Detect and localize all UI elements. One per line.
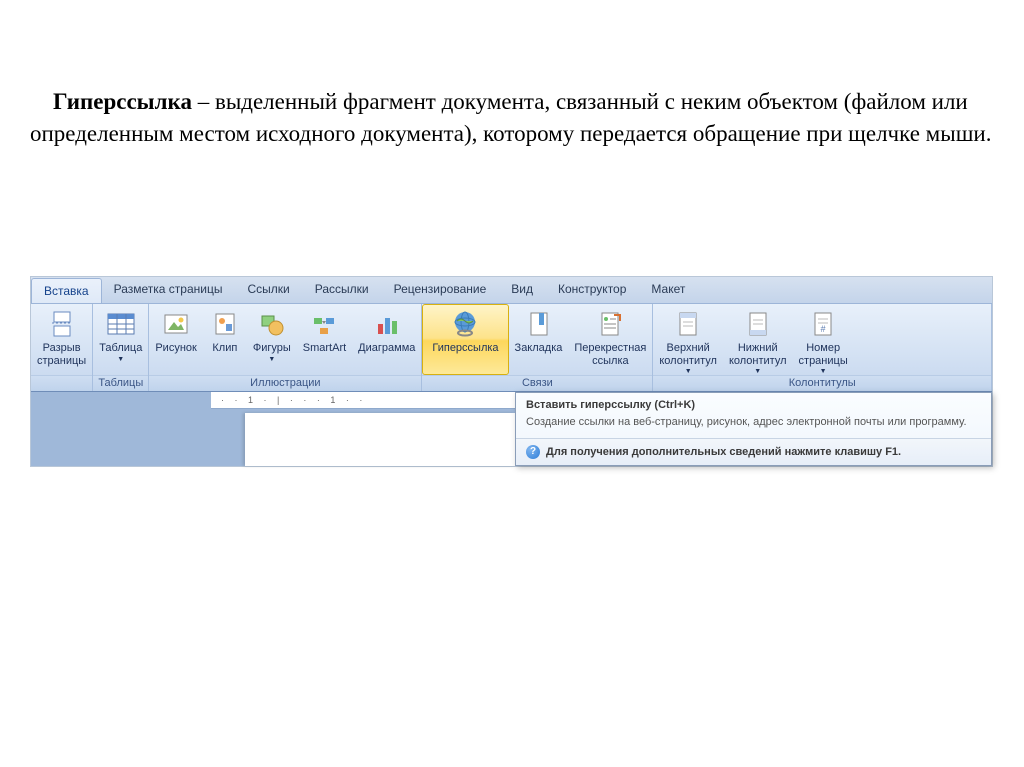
group-label-links: Связи [422, 375, 652, 391]
table-icon [105, 308, 137, 340]
page-number-icon: # [807, 308, 839, 340]
page-surface[interactable] [245, 413, 515, 466]
bookmark-icon [522, 308, 554, 340]
shapes-label: Фигуры [253, 342, 291, 355]
header-label: Верхний колонтитул [659, 342, 717, 367]
dropdown-icon: ▼ [268, 356, 275, 363]
chart-label: Диаграмма [358, 342, 415, 355]
smartart-label: SmartArt [303, 342, 346, 355]
ribbon: Разрыв страницы Таблица ▼ Таблицы [31, 304, 992, 392]
footer-button[interactable]: Нижний колонтитул ▼ [723, 304, 793, 375]
page-number-label: Номер страницы [799, 342, 848, 367]
clip-label: Клип [212, 342, 237, 355]
dropdown-icon: ▼ [685, 368, 692, 375]
header-icon [672, 308, 704, 340]
group-headers: Верхний колонтитул ▼ Нижний колонтитул ▼… [653, 304, 992, 391]
group-label-illustrations: Иллюстрации [149, 375, 421, 391]
ruler[interactable]: · · 1 · | · · · 1 · · [211, 392, 551, 409]
tooltip-body: Создание ссылки на веб-страницу, рисунок… [516, 415, 991, 438]
group-label-tables: Таблицы [93, 375, 148, 391]
cross-reference-button[interactable]: Перекрестная ссылка [568, 304, 652, 375]
bookmark-label: Закладка [515, 342, 563, 355]
chart-icon [371, 308, 403, 340]
group-links: Гиперссылка Закладка Перекрестная ссылка… [422, 304, 653, 391]
hyperlink-icon [449, 308, 481, 340]
tab-insert[interactable]: Вставка [31, 278, 102, 303]
group-illustrations: Рисунок Клип Фигуры ▼ [149, 304, 422, 391]
group-tables: Таблица ▼ Таблицы [93, 304, 149, 391]
footer-icon [742, 308, 774, 340]
help-icon: ? [526, 445, 540, 459]
smartart-button[interactable]: SmartArt [297, 304, 352, 375]
dropdown-icon: ▼ [820, 368, 827, 375]
definition-term: Гиперссылка [53, 89, 192, 114]
header-button[interactable]: Верхний колонтитул ▼ [653, 304, 723, 375]
chart-button[interactable]: Диаграмма [352, 304, 421, 375]
cross-reference-label: Перекрестная ссылка [574, 342, 646, 367]
hyperlink-label: Гиперссылка [432, 342, 498, 355]
ribbon-tabs: Вставка Разметка страницы Ссылки Рассылк… [31, 277, 992, 304]
tooltip-footer: ? Для получения дополнительных сведений … [516, 438, 991, 465]
picture-label: Рисунок [155, 342, 197, 355]
page-number-button[interactable]: # Номер страницы ▼ [793, 304, 854, 375]
cross-reference-icon [594, 308, 626, 340]
picture-button[interactable]: Рисунок [149, 304, 203, 375]
page-break-button[interactable]: Разрыв страницы [31, 304, 92, 375]
document-area: · · 1 · | · · · 1 · · Вставить гиперссыл… [31, 392, 992, 466]
tooltip-footer-text: Для получения дополнительных сведений на… [546, 446, 901, 458]
smartart-icon [308, 308, 340, 340]
clip-button[interactable]: Клип [203, 304, 247, 375]
picture-icon [160, 308, 192, 340]
clip-icon [209, 308, 241, 340]
tab-layout[interactable]: Макет [639, 277, 698, 303]
shapes-icon [256, 308, 288, 340]
tooltip-title: Вставить гиперссылку (Ctrl+K) [516, 393, 991, 415]
table-button[interactable]: Таблица ▼ [93, 304, 148, 375]
group-label-empty [31, 375, 92, 391]
word-ribbon-screenshot: Вставка Разметка страницы Ссылки Рассылк… [30, 276, 993, 467]
dropdown-icon: ▼ [754, 368, 761, 375]
page-break-label: Разрыв страницы [37, 342, 86, 367]
group-page-break: Разрыв страницы [31, 304, 93, 391]
hyperlink-button[interactable]: Гиперссылка [422, 304, 508, 375]
dropdown-icon: ▼ [117, 356, 124, 363]
bookmark-button[interactable]: Закладка [509, 304, 569, 375]
hyperlink-tooltip: Вставить гиперссылку (Ctrl+K) Создание с… [515, 392, 992, 466]
shapes-button[interactable]: Фигуры ▼ [247, 304, 297, 375]
tab-mailings[interactable]: Рассылки [303, 277, 382, 303]
tab-references[interactable]: Ссылки [235, 277, 302, 303]
group-label-headers: Колонтитулы [653, 375, 991, 391]
footer-label: Нижний колонтитул [729, 342, 787, 367]
tab-review[interactable]: Рецензирование [382, 277, 500, 303]
tab-page-layout[interactable]: Разметка страницы [102, 277, 236, 303]
page-break-icon [46, 308, 78, 340]
tab-view[interactable]: Вид [499, 277, 546, 303]
table-label: Таблица [99, 342, 142, 355]
definition-paragraph: Гиперссылка – выделенный фрагмент докуме… [0, 0, 1024, 150]
tab-design[interactable]: Конструктор [546, 277, 639, 303]
svg-text:#: # [821, 324, 826, 334]
